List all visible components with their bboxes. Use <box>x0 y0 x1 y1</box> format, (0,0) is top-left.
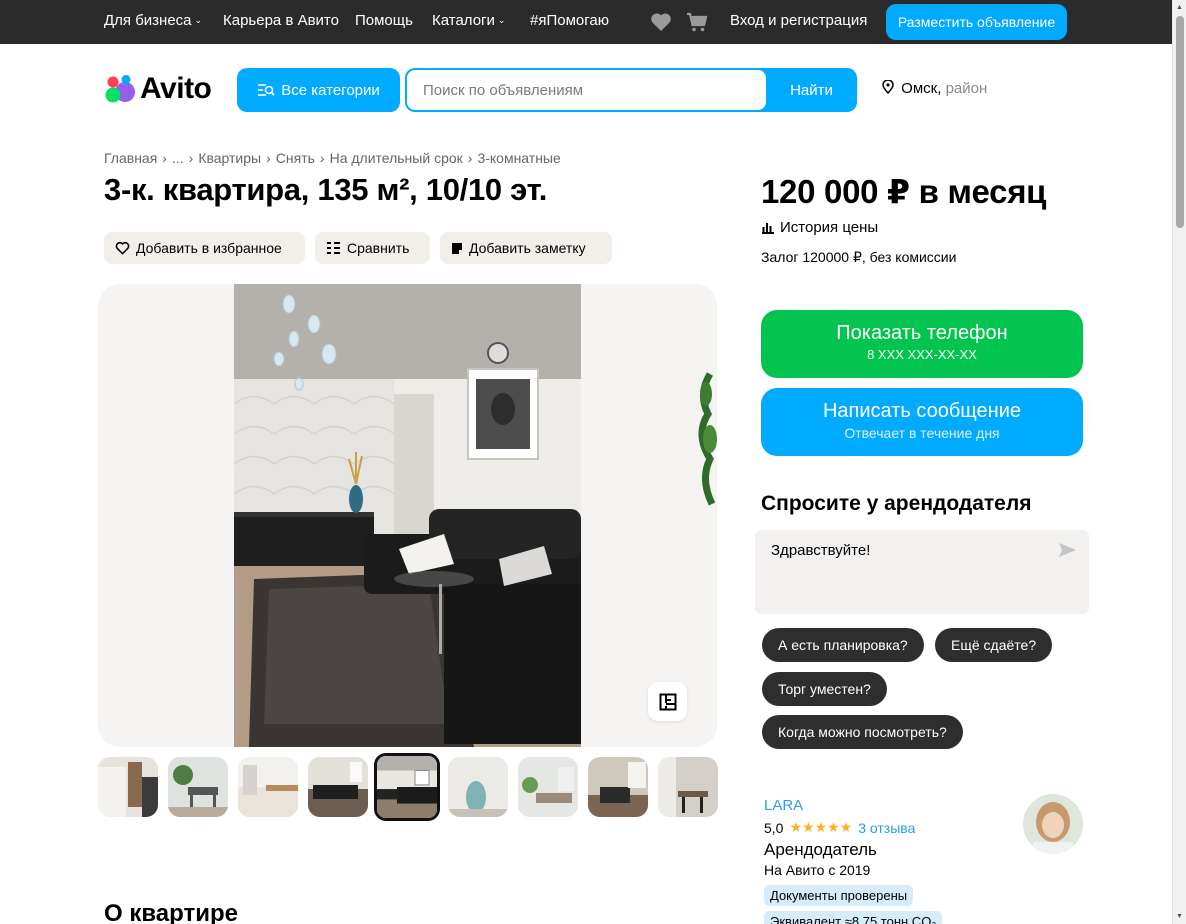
quick-question-chip[interactable]: Торг уместен? <box>762 672 887 706</box>
business-label: Для бизнеса <box>104 12 192 29</box>
cart-icon[interactable] <box>685 10 709 34</box>
write-message-button[interactable]: Написать сообщение Отвечает в течение дн… <box>761 388 1083 456</box>
breadcrumb-item[interactable]: 3-комнатные <box>477 150 560 166</box>
floor-plan-button[interactable] <box>648 682 687 721</box>
catalogs-menu[interactable]: Каталоги ⌄ <box>432 12 505 29</box>
scroll-down-arrow-icon[interactable]: ▼ <box>1176 913 1183 920</box>
note-icon <box>452 242 462 254</box>
all-categories-button[interactable]: Все категории <box>237 68 400 112</box>
heart-icon[interactable] <box>649 10 673 34</box>
seller-role: Арендодатель <box>764 840 877 859</box>
search-input[interactable] <box>407 70 766 110</box>
breadcrumb-item[interactable]: ... <box>172 150 184 166</box>
thumbnail[interactable] <box>518 757 578 817</box>
page-title: 3-к. квартира, 135 м², 10/10 эт. <box>104 172 548 207</box>
thumbnail[interactable] <box>98 757 158 817</box>
floor-plan-icon <box>659 693 676 710</box>
categories-icon <box>258 84 275 96</box>
plant-decoration <box>698 372 717 506</box>
post-ad-button[interactable]: Разместить объявление <box>886 4 1067 40</box>
thumbnail-active[interactable] <box>374 753 440 821</box>
phone-mask: 8 XXX XXX-XX-XX <box>867 347 977 362</box>
heart-outline-icon <box>115 241 130 255</box>
breadcrumb-item[interactable]: Главная <box>104 150 157 166</box>
scroll-up-arrow-icon[interactable]: ▲ <box>1176 4 1183 11</box>
avito-logo-icon <box>105 75 135 103</box>
login-link[interactable]: Вход и регистрация <box>730 12 867 29</box>
response-time: Отвечает в течение дня <box>844 425 1000 441</box>
breadcrumb-item[interactable]: На длительный срок <box>330 150 463 166</box>
help-tag-link[interactable]: #яПомогаю <box>530 12 609 29</box>
logo-text: Avito <box>140 72 212 105</box>
rating-value: 5,0 <box>764 819 784 836</box>
career-link[interactable]: Карьера в Авито <box>223 12 339 29</box>
about-section-title: О квартире <box>104 900 238 924</box>
help-link[interactable]: Помощь <box>355 12 413 29</box>
quick-question-chip[interactable]: А есть планировка? <box>762 628 924 662</box>
price: 120 000 ₽ в месяц <box>761 173 1047 210</box>
chart-bars-icon <box>762 223 774 234</box>
show-phone-button[interactable]: Показать телефон 8 XXX XXX-XX-XX <box>761 310 1083 378</box>
seller-since: На Авито с 2019 <box>764 862 871 878</box>
add-favorite-button[interactable]: Добавить в избранное <box>104 232 305 264</box>
message-text[interactable]: Здравствуйте! <box>771 542 870 559</box>
write-message-label: Написать сообщение <box>822 400 1021 422</box>
thumbnail[interactable] <box>168 757 228 817</box>
business-menu[interactable]: Для бизнеса ⌄ <box>104 12 202 29</box>
chevron-down-icon: ⌄ <box>194 15 203 25</box>
breadcrumb-item[interactable]: Квартиры <box>198 150 261 166</box>
add-note-button[interactable]: Добавить заметку <box>440 232 612 264</box>
seller-name-link[interactable]: LARA <box>764 797 803 814</box>
compare-icon <box>327 242 340 254</box>
search-bar: Найти <box>405 68 857 112</box>
price-history-label: История цены <box>780 219 879 236</box>
thumbnail[interactable] <box>588 757 648 817</box>
chevron-down-icon: ⌄ <box>497 15 506 25</box>
scroll-thumb[interactable] <box>1176 16 1184 228</box>
avatar[interactable] <box>1023 794 1083 854</box>
breadcrumb: Главная ›... › Квартиры › Снять › На длительный… <box>104 150 561 166</box>
ask-landlord-title: Спросите у арендодателя <box>761 492 1032 515</box>
note-label: Добавить заметку <box>469 240 586 256</box>
quick-question-chip[interactable]: Ещё сдаёте? <box>935 628 1053 662</box>
eco-badge: Эквивалент ≈8,75 тонн CO₂ <box>764 911 943 924</box>
top-bar: Для бизнеса ⌄ Карьера в Авито Помощь Ката… <box>0 0 1172 44</box>
deposit-info: Залог 120000 ₽, без комиссии <box>761 249 957 265</box>
thumbnail[interactable] <box>238 757 298 817</box>
compare-label: Сравнить <box>347 240 410 256</box>
show-phone-label: Показать телефон <box>836 322 1008 344</box>
breadcrumb-item[interactable]: Снять <box>276 150 315 166</box>
compare-button[interactable]: Сравнить <box>315 232 430 264</box>
reviews-link[interactable]: 3 отзыва <box>858 820 915 836</box>
location-pin-icon <box>882 79 894 95</box>
quick-question-chip[interactable]: Когда можно посмотреть? <box>762 715 963 749</box>
catalogs-label: Каталоги <box>432 12 495 29</box>
thumbnail[interactable] <box>308 757 368 817</box>
city-label: Омск, <box>901 80 942 97</box>
favorite-label: Добавить в избранное <box>136 240 282 256</box>
seller-rating: 5,0 ★★★★★ 3 отзыва <box>764 819 915 836</box>
verified-documents-badge: Документы проверены <box>764 885 914 906</box>
search-button[interactable]: Найти <box>766 68 857 112</box>
location-selector[interactable]: Омск, район <box>882 79 988 97</box>
message-input-box[interactable]: Здравствуйте! <box>755 530 1089 614</box>
photo-gallery[interactable] <box>98 284 717 747</box>
avito-logo[interactable]: Avito <box>104 72 212 106</box>
star-rating-icon: ★★★★★ <box>789 819 853 835</box>
send-icon[interactable] <box>1058 542 1077 558</box>
district-label: район <box>945 80 988 97</box>
thumbnail[interactable] <box>658 757 718 817</box>
thumbnail[interactable] <box>448 757 508 817</box>
main-photo[interactable] <box>234 284 581 747</box>
categories-label: Все категории <box>281 81 380 99</box>
scrollbar[interactable]: ▲ ▼ <box>1172 0 1186 924</box>
price-history-link[interactable]: История цены <box>761 219 878 236</box>
